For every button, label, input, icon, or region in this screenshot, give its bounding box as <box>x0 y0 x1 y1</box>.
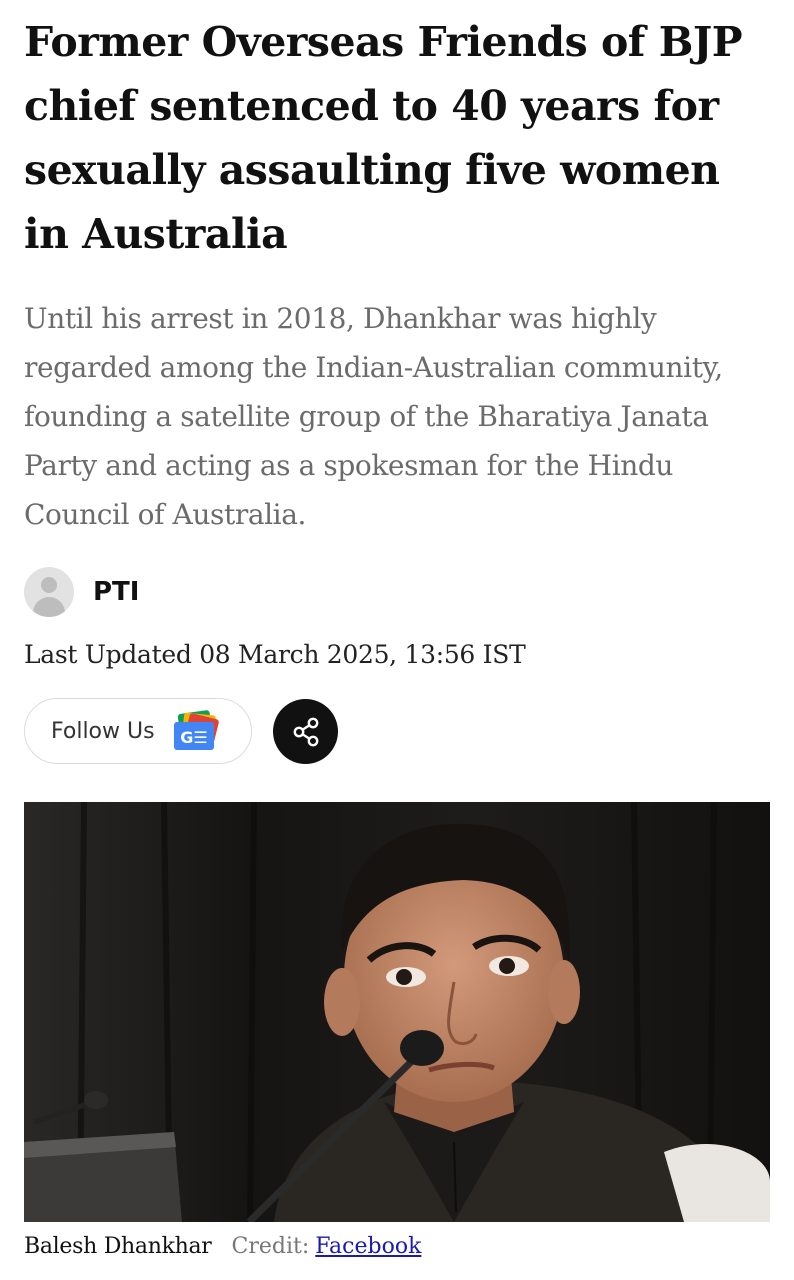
photo-caption: Balesh Dhankhar Credit: Facebook <box>24 1234 421 1259</box>
caption-credit-link[interactable]: Facebook <box>315 1234 421 1259</box>
last-updated-timestamp: Last Updated 08 March 2025, 13:56 IST <box>24 640 526 669</box>
caption-credit-label: Credit: <box>231 1234 310 1259</box>
article-summary: Until his arrest in 2018, Dhankhar was h… <box>24 302 723 531</box>
caption-subject: Balesh Dhankhar <box>24 1234 212 1259</box>
article-headline: Former Overseas Friends of BJP chief sen… <box>24 18 743 258</box>
share-icon <box>293 717 318 746</box>
article-photo <box>24 802 770 1222</box>
follow-us-button[interactable]: Follow Us G☰ <box>24 698 252 764</box>
photo-illustration <box>24 802 770 1222</box>
author-row: PTI <box>24 566 139 618</box>
follow-us-label: Follow Us <box>51 718 155 744</box>
share-button[interactable] <box>273 699 338 764</box>
author-name[interactable]: PTI <box>93 577 139 607</box>
author-avatar[interactable] <box>24 567 74 617</box>
google-news-icon: G☰ <box>173 710 219 750</box>
svg-text:G☰: G☰ <box>180 728 207 747</box>
